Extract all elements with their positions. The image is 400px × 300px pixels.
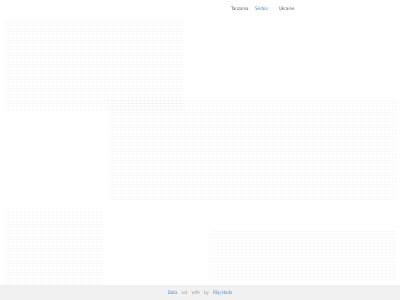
- footer: Data set with by Filip Haitz: [0, 285, 400, 300]
- background-pattern: [4, 210, 104, 285]
- nav-item-ukraine[interactable]: Ukraine: [279, 3, 294, 15]
- nav-item-serbia[interactable]: Serbia: [255, 3, 268, 15]
- footer-credit: Data set with by Filip Haitz: [0, 285, 400, 300]
- footer-data-link[interactable]: Data: [168, 290, 178, 295]
- background-pattern: [4, 20, 184, 110]
- page: Tanzania Serbia Ukraine Data set with by Fil…: [0, 0, 400, 300]
- footer-text-by: by: [203, 290, 209, 295]
- background-pattern: [210, 230, 395, 280]
- nav-item-tanzania[interactable]: Tanzania: [231, 3, 248, 15]
- footer-author-link[interactable]: Filip Haitz: [213, 290, 232, 295]
- footer-text-with: with: [191, 290, 200, 295]
- footer-text-set: set: [181, 290, 188, 295]
- top-navigation: Tanzania Serbia Ukraine: [226, 3, 306, 15]
- background-pattern: [108, 100, 398, 200]
